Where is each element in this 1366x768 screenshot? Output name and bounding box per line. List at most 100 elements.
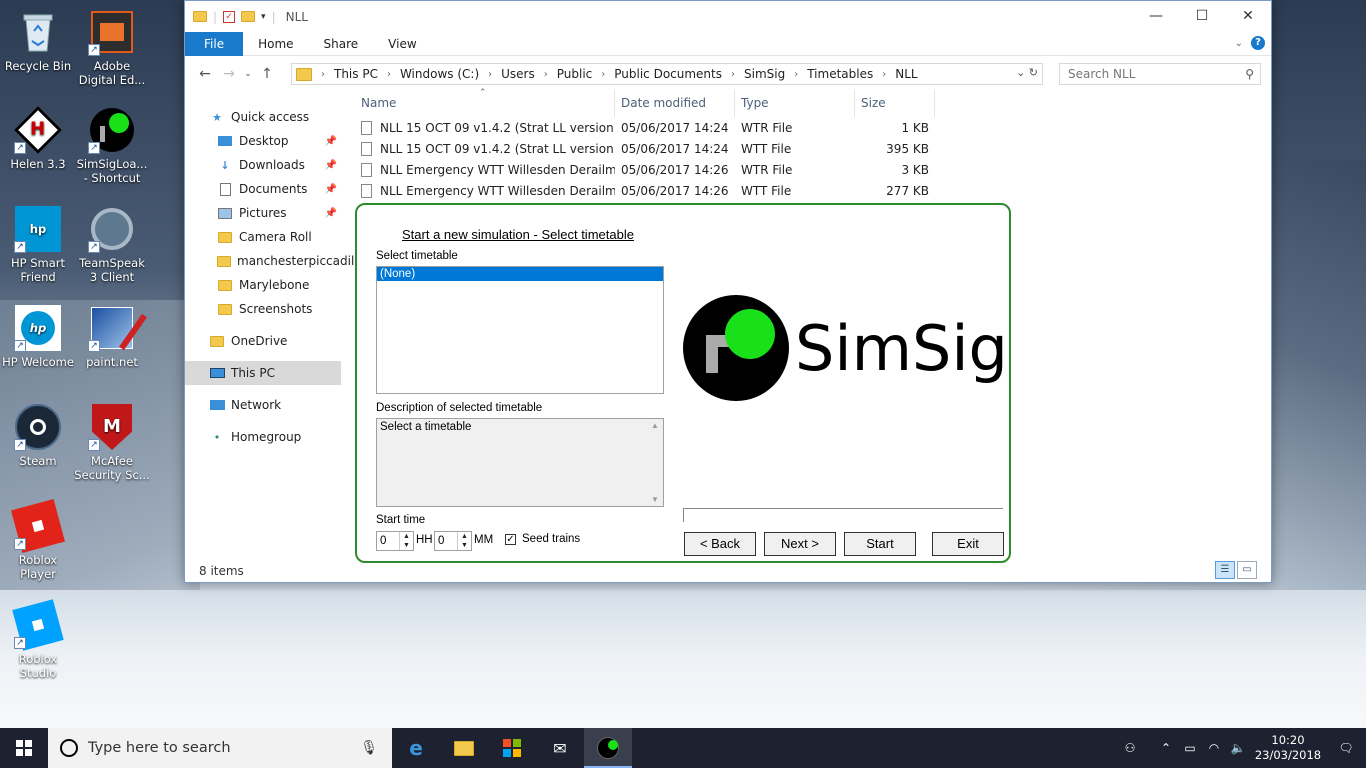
nav-marylebone[interactable]: Marylebone: [185, 273, 341, 297]
nav-network[interactable]: Network: [185, 393, 341, 417]
back-arrow-icon[interactable]: ←: [193, 66, 217, 82]
desktop-icon-teamspeak[interactable]: ↗ TeamSpeak 3 Client: [74, 205, 150, 284]
breadcrumb-item[interactable]: NLL: [895, 67, 917, 81]
breadcrumb-item[interactable]: Windows (C:): [400, 67, 479, 81]
breadcrumb-item[interactable]: Public: [557, 67, 593, 81]
nav-this-pc[interactable]: This PC: [185, 361, 341, 385]
timetable-list[interactable]: (None): [376, 266, 664, 394]
desktop-icon-label: HP Welcome: [2, 355, 74, 369]
description-textbox[interactable]: Select a timetable ▲ ▼: [376, 418, 664, 507]
desktop-background-ground: [0, 590, 1366, 728]
nav-screenshots[interactable]: Screenshots: [185, 297, 341, 321]
close-button[interactable]: ✕: [1225, 1, 1271, 31]
desktop-icon-label: Adobe Digital Ed...: [78, 59, 146, 87]
minimize-button[interactable]: —: [1133, 1, 1179, 31]
microphone-icon[interactable]: 🎙: [360, 740, 378, 756]
breadcrumb-item[interactable]: Users: [501, 67, 535, 81]
properties-icon[interactable]: ✓: [223, 10, 236, 23]
tab-home[interactable]: Home: [243, 32, 308, 56]
clock[interactable]: 10:20 23/03/2018: [1250, 733, 1326, 763]
file-row[interactable]: NLL Emergency WTT Willesden Derailme... …: [355, 180, 1255, 201]
show-hidden-icons-icon[interactable]: ⌃: [1154, 741, 1178, 755]
taskbar-search-input[interactable]: Type here to search 🎙: [48, 728, 392, 768]
taskbar-simsig[interactable]: [584, 728, 632, 768]
mcafee-icon: M ↗: [88, 403, 136, 451]
breadcrumb-item[interactable]: SimSig: [744, 67, 785, 81]
start-button[interactable]: Start: [844, 532, 916, 556]
file-row[interactable]: NLL 15 OCT 09 v1.4.2 (Strat LL version).…: [355, 117, 1255, 138]
column-date-modified[interactable]: Date modified: [615, 89, 735, 117]
description-scrollbar[interactable]: ▲ ▼: [649, 421, 661, 504]
expand-ribbon-icon[interactable]: ⌄: [1235, 38, 1243, 49]
scroll-down-icon[interactable]: ▼: [651, 495, 659, 504]
up-arrow-icon[interactable]: ↑: [255, 66, 279, 82]
status-item-count: 8 items: [199, 564, 244, 578]
desktop-icon-recycle-bin[interactable]: Recycle Bin: [0, 8, 76, 73]
recent-dropdown-icon[interactable]: ⌄: [241, 69, 255, 79]
tab-view[interactable]: View: [373, 32, 431, 56]
nav-documents[interactable]: Documents 📌: [185, 177, 341, 201]
next-button[interactable]: Next >: [764, 532, 836, 556]
breadcrumb-item[interactable]: This PC: [334, 67, 378, 81]
tab-file[interactable]: File: [185, 31, 244, 56]
desktop-icon-roblox-studio[interactable]: ↗ Roblox Studio: [0, 599, 76, 680]
start-button[interactable]: [0, 728, 48, 768]
minutes-spinner[interactable]: 0 ▲ ▼: [434, 531, 472, 551]
people-icon[interactable]: ⚇: [1118, 741, 1142, 755]
timetable-list-item-selected[interactable]: (None): [377, 267, 663, 281]
nav-desktop[interactable]: Desktop 📌: [185, 129, 341, 153]
taskbar-file-explorer[interactable]: [440, 728, 488, 768]
breadcrumb-item[interactable]: Public Documents: [614, 67, 722, 81]
taskbar-edge[interactable]: e: [392, 728, 440, 768]
desktop-icon-helen[interactable]: H ↗ Helen 3.3: [0, 105, 76, 171]
nav-manchesterpiccadilly[interactable]: manchesterpiccadil: [185, 249, 354, 273]
folder-icon: [193, 11, 207, 22]
battery-icon[interactable]: ▭: [1178, 741, 1202, 755]
forward-arrow-icon[interactable]: →: [217, 66, 241, 82]
customize-toolbar-icon[interactable]: ▾: [261, 12, 266, 22]
desktop-icon-adobe-digital-editions[interactable]: ↗ Adobe Digital Ed...: [74, 8, 150, 87]
help-icon[interactable]: ?: [1251, 36, 1265, 50]
details-view-button[interactable]: ☰: [1215, 561, 1235, 579]
desktop-icon-steam[interactable]: ↗ Steam: [0, 403, 76, 468]
spinner-arrows-icon[interactable]: ▲ ▼: [399, 532, 413, 550]
file-row[interactable]: NLL 15 OCT 09 v1.4.2 (Strat LL version).…: [355, 138, 1255, 159]
nav-onedrive[interactable]: OneDrive: [185, 329, 341, 353]
back-button[interactable]: < Back: [684, 532, 756, 556]
volume-icon[interactable]: 🔈: [1226, 741, 1250, 755]
nav-camera-roll[interactable]: Camera Roll: [185, 225, 341, 249]
column-name[interactable]: Name ⌃: [355, 88, 615, 117]
desktop-icon-roblox-player[interactable]: ↗ Roblox Player: [0, 499, 76, 581]
taskbar-mail[interactable]: ✉: [536, 728, 584, 768]
desktop-icon-paint-net[interactable]: ↗ paint.net: [74, 304, 150, 369]
large-icons-view-button[interactable]: ▭: [1237, 561, 1257, 579]
refresh-icon[interactable]: ⌄ ↻: [1016, 66, 1038, 79]
wifi-icon[interactable]: ◠: [1202, 741, 1226, 755]
nav-quick-access[interactable]: ★ Quick access: [185, 105, 341, 129]
taskbar-store[interactable]: [488, 728, 536, 768]
seed-trains-checkbox[interactable]: ✓: [505, 534, 516, 545]
maximize-button[interactable]: ☐: [1179, 1, 1225, 31]
desktop-icon-hp-smart-friend[interactable]: hp ↗ HP Smart Friend: [0, 205, 76, 284]
nav-homegroup[interactable]: • Homegroup: [185, 425, 341, 449]
desktop-icon-simsig-loader[interactable]: ↗ SimSigLoa... - Shortcut: [74, 106, 150, 185]
address-bar[interactable]: › This PC › Windows (C:) › Users › Publi…: [291, 63, 1043, 85]
hours-spinner[interactable]: 0 ▲ ▼: [376, 531, 414, 551]
desktop-icon-hp-welcome[interactable]: hp ↗ HP Welcome: [0, 304, 76, 369]
spinner-arrows-icon[interactable]: ▲ ▼: [457, 532, 471, 550]
scroll-up-icon[interactable]: ▲: [651, 421, 659, 430]
breadcrumb-item[interactable]: Timetables: [807, 67, 873, 81]
new-folder-icon[interactable]: [241, 11, 256, 22]
nav-downloads[interactable]: ↓ Downloads 📌: [185, 153, 341, 177]
file-row[interactable]: NLL Emergency WTT Willesden Derailme... …: [355, 159, 1255, 180]
roblox-player-icon: ↗: [11, 499, 65, 553]
desktop-icon-mcafee[interactable]: M ↗ McAfee Security Sc...: [74, 403, 150, 482]
action-center-icon[interactable]: 🗨: [1326, 741, 1366, 755]
nav-pictures[interactable]: Pictures 📌: [185, 201, 341, 225]
desktop-icon-label: SimSigLoa... - Shortcut: [76, 157, 148, 185]
search-input[interactable]: Search NLL ⚲: [1059, 63, 1261, 85]
tab-share[interactable]: Share: [309, 32, 374, 56]
column-type[interactable]: Type: [735, 89, 855, 117]
exit-button[interactable]: Exit: [932, 532, 1004, 556]
column-size[interactable]: Size: [855, 89, 935, 117]
